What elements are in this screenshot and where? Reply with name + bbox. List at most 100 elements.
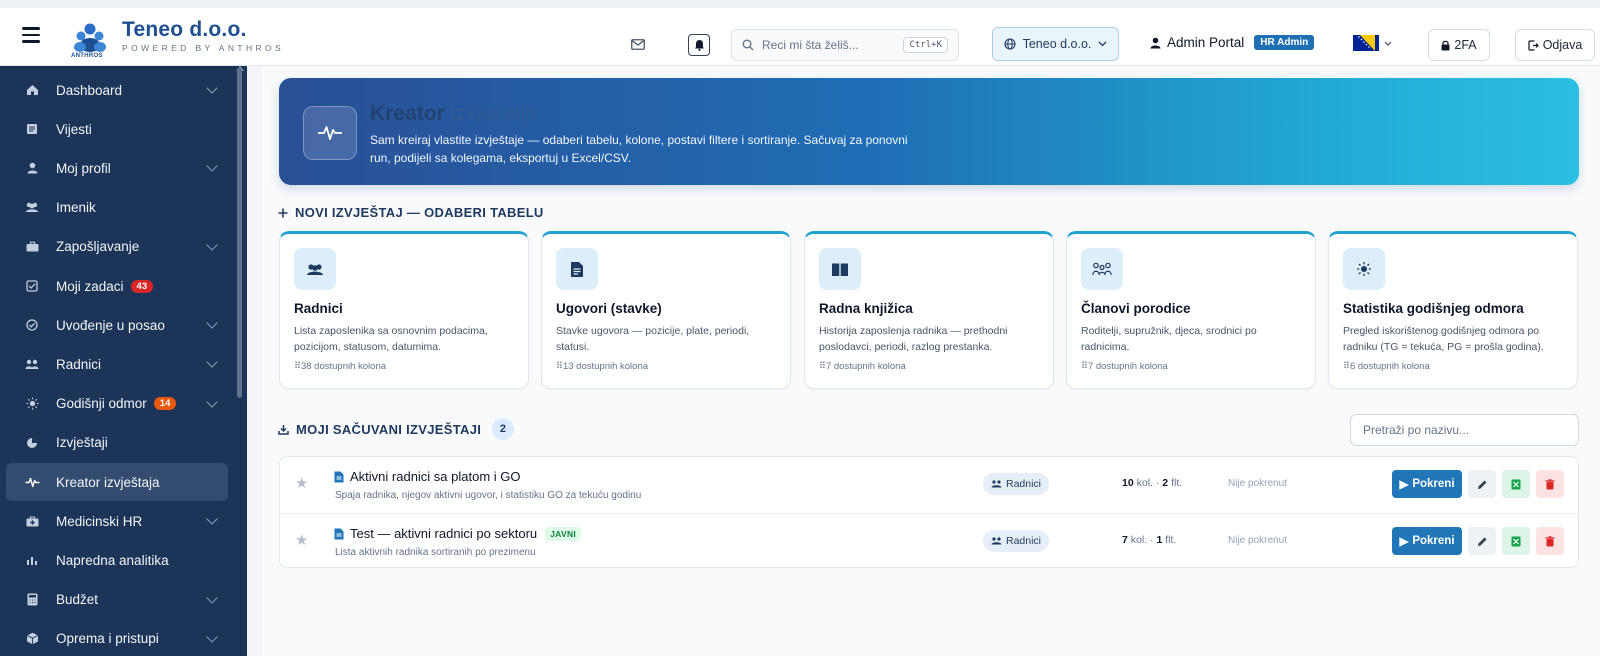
report-title-wrap: Test — aktivni radnici po sektoru JAVNI	[350, 526, 582, 541]
new-report-heading-text: NOVI IZVJEŠTAJ — ODABERI TABELU	[295, 205, 544, 220]
user-icon	[24, 160, 40, 176]
pie-icon	[24, 435, 40, 451]
saved-reports-search-input[interactable]	[1350, 414, 1579, 446]
sidebar-item-oprema-i-pristupi[interactable]: Oprema i pristupi	[6, 620, 228, 656]
chevron-down-icon[interactable]	[206, 513, 218, 525]
star-icon[interactable]: ★	[295, 531, 308, 549]
sidebar-item-budžet[interactable]: Budžet	[6, 581, 228, 619]
sidebar-item-label: Napredna analitika	[56, 552, 169, 568]
chevron-down-icon[interactable]	[206, 631, 218, 643]
document-icon	[334, 471, 344, 483]
table-card-ugovori-stavke[interactable]: Ugovori (stavke) Stavke ugovora — pozicij…	[541, 231, 791, 389]
sidebar-item-godišnji-odmor[interactable]: Godišnji odmor 14	[6, 385, 228, 423]
team-icon	[24, 356, 40, 372]
table-tag: Radnici	[983, 530, 1050, 552]
chevron-down-icon[interactable]	[206, 591, 218, 604]
grid-icon: ⠿	[556, 361, 563, 372]
filter-label: flt.	[1165, 534, 1177, 546]
edit-button[interactable]	[1468, 527, 1496, 555]
sidebar-item-label: Radnici	[56, 356, 102, 372]
delete-button[interactable]	[1536, 527, 1564, 555]
brand-name[interactable]: Teneo d.o.o.	[122, 18, 247, 42]
column-count: 7	[1122, 534, 1128, 546]
twofa-button[interactable]: 2FA	[1428, 29, 1490, 61]
delete-button[interactable]	[1536, 470, 1564, 498]
card-title: Članovi porodice	[1081, 301, 1191, 316]
sidebar-item-label: Uvođenje u posao	[56, 317, 165, 333]
chevron-down-icon[interactable]	[206, 395, 218, 408]
run-button[interactable]: ▶ Pokreni	[1392, 470, 1462, 498]
export-excel-button[interactable]	[1502, 527, 1530, 555]
hamburger-icon[interactable]	[22, 27, 40, 43]
grid-icon: ⠿	[1081, 361, 1088, 372]
logout-label: Odjava	[1542, 38, 1583, 52]
mail-icon[interactable]	[627, 35, 649, 53]
card-column-count: ⠿13 dostupnih kolona	[556, 361, 648, 372]
hero-description: Sam kreiraj vlastite izvještaje — odaber…	[370, 133, 908, 165]
new-report-heading: NOVI IZVJEŠTAJ — ODABERI TABELU	[278, 205, 544, 220]
organization-select[interactable]: Teneo d.o.o.	[992, 27, 1119, 61]
column-label: kol.	[1136, 477, 1153, 489]
sidebar-item-label: Vijesti	[56, 121, 92, 137]
star-icon[interactable]: ★	[295, 474, 308, 492]
role-badge: HR Admin	[1254, 35, 1315, 50]
hero-title: Kreator izvještaja	[370, 102, 537, 126]
chevron-down-icon[interactable]	[206, 82, 218, 94]
user-menu[interactable]: Admin Portal HR Admin	[1150, 35, 1315, 50]
edit-button[interactable]	[1468, 470, 1496, 498]
bell-icon[interactable]	[688, 34, 710, 56]
sidebar-item-izvještaji[interactable]: Izvještaji	[6, 424, 228, 462]
sidebar-item-label: Izvještaji	[56, 435, 108, 451]
report-title[interactable]: Test — aktivni radnici po sektoru	[350, 526, 537, 541]
document-icon	[334, 528, 344, 540]
table-card-radnici[interactable]: Radnici Lista zaposlenika sa osnovnim pod…	[279, 231, 529, 389]
sidebar-scrollbar[interactable]	[237, 68, 242, 398]
sidebar-item-label: Zapošljavanje	[56, 239, 140, 255]
hero-title-bold: Kreator	[370, 102, 445, 125]
top-strip	[0, 0, 1600, 8]
card-description: Historija zaposlenja radnika — prethodni…	[819, 325, 1008, 353]
table-card-statistika-godišnjeg-odmora[interactable]: Statistika godišnjeg odmora Pregled iskor…	[1328, 231, 1578, 389]
chevron-down-icon[interactable]	[206, 356, 218, 369]
box-icon	[24, 631, 40, 647]
sidebar-item-zapošljavanje[interactable]: Zapošljavanje	[6, 228, 228, 266]
sidebar-item-moji-zadaci[interactable]: Moji zadaci 43	[6, 267, 228, 305]
table-card-radna-knjižica[interactable]: Radna knjižica Historija zaposlenja radni…	[804, 231, 1054, 389]
logout-button[interactable]: Odjava	[1515, 29, 1595, 61]
run-button[interactable]: ▶ Pokreni	[1392, 527, 1462, 555]
card-title: Ugovori (stavke)	[556, 301, 662, 316]
sidebar-item-uvođenje-u-posao[interactable]: Uvođenje u posao	[6, 306, 228, 344]
sun-icon	[1343, 248, 1385, 290]
language-select[interactable]	[1353, 35, 1392, 51]
saved-report-row[interactable]: ★ Aktivni radnici sa platom i GO Spaja rad…	[280, 457, 1578, 513]
run-label: Pokreni	[1412, 478, 1455, 490]
saved-report-row[interactable]: ★ Test — aktivni radnici po sektoru JAVNI L…	[280, 513, 1578, 569]
report-subtitle: Lista aktivnih radnika sortiranih po pre…	[335, 547, 536, 558]
calculator-icon	[24, 592, 40, 608]
column-count: 10	[1122, 477, 1134, 489]
sidebar-item-imenik[interactable]: Imenik	[6, 189, 228, 227]
export-excel-button[interactable]	[1502, 470, 1530, 498]
search-input[interactable]: Reci mi šta želiš... Ctrl+K	[731, 29, 959, 61]
sidebar-item-moj-profil[interactable]: Moj profil	[6, 149, 228, 187]
chevron-down-icon[interactable]	[206, 160, 218, 173]
excel-icon	[1511, 536, 1521, 546]
table-card-članovi-porodice[interactable]: Članovi porodice Roditelji, supružnik, dj…	[1066, 231, 1316, 389]
sidebar-item-dashboard[interactable]: Dashboard	[6, 71, 228, 109]
report-title[interactable]: Aktivni radnici sa platom i GO	[350, 469, 521, 484]
pulse-icon	[303, 106, 357, 160]
card-description: Lista zaposlenika sa osnovnim podacima, …	[294, 325, 488, 353]
card-title: Statistika godišnjeg odmora	[1343, 301, 1524, 316]
chevron-down-icon[interactable]	[206, 317, 218, 329]
document-icon	[556, 248, 598, 290]
sidebar-item-kreator-izvještaja[interactable]: Kreator izvještaja	[6, 463, 228, 501]
chevron-down-icon[interactable]	[206, 239, 218, 251]
sidebar-item-radnici[interactable]: Radnici	[6, 345, 228, 383]
card-description: Stavke ugovora — pozicije, plate, period…	[556, 325, 750, 353]
filter-count: 1	[1156, 534, 1163, 546]
sidebar-item-napredna-analitika[interactable]: Napredna analitika	[6, 541, 228, 579]
user-icon	[1150, 37, 1161, 48]
play-icon: ▶	[1399, 479, 1409, 491]
sidebar-item-medicinski-hr[interactable]: Medicinski HR	[6, 502, 228, 540]
sidebar-item-vijesti[interactable]: Vijesti	[6, 110, 228, 148]
